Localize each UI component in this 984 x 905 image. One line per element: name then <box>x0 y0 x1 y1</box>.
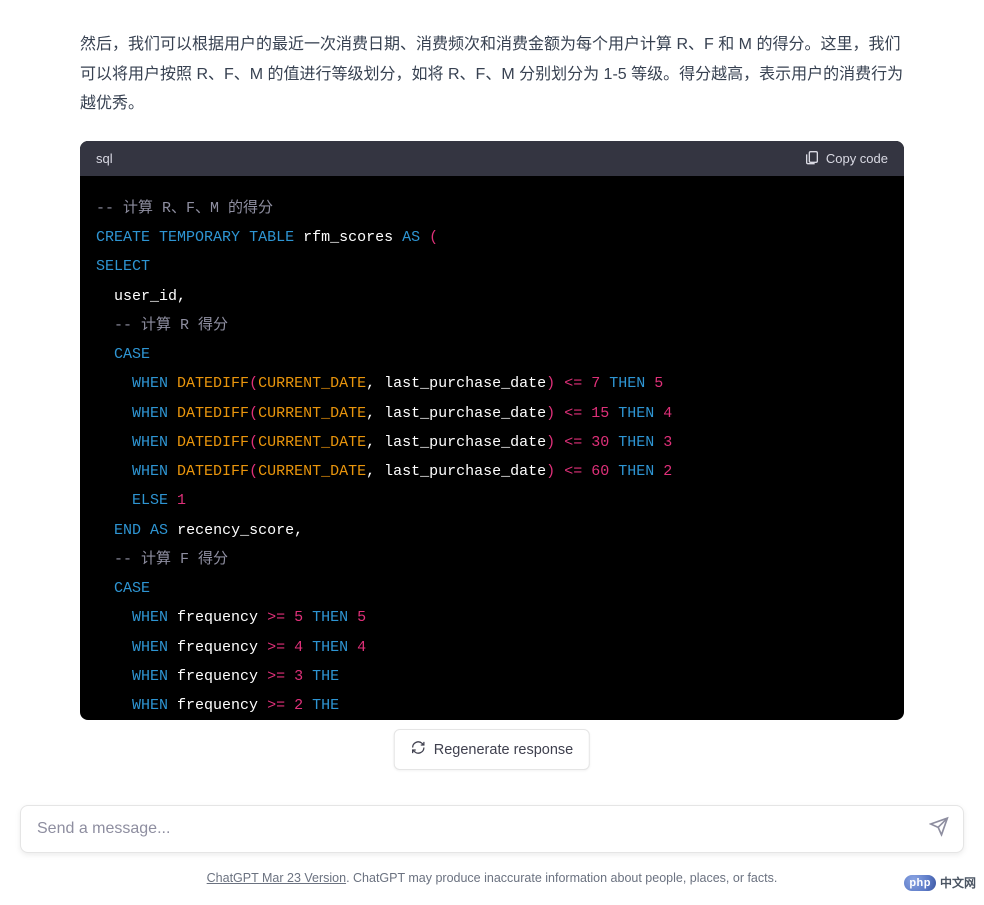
watermark-badge: php <box>904 875 936 891</box>
regenerate-response-button[interactable]: Regenerate response <box>394 729 590 770</box>
send-icon[interactable] <box>929 817 949 842</box>
code-block-header: sql Copy code <box>80 141 904 176</box>
copy-code-label: Copy code <box>826 151 888 166</box>
refresh-icon <box>411 740 426 759</box>
code-block: sql Copy code -- 计算 R、F、M 的得分 CREATE TEM… <box>80 141 904 721</box>
footer-disclaimer: ChatGPT Mar 23 Version. ChatGPT may prod… <box>0 871 984 885</box>
message-input-container <box>20 805 964 853</box>
disclaimer-text: . ChatGPT may produce inaccurate informa… <box>346 871 777 885</box>
watermark-text: 中文网 <box>940 874 976 891</box>
code-language-label: sql <box>96 151 113 166</box>
clipboard-icon <box>804 149 820 168</box>
watermark: php 中文网 <box>904 874 976 891</box>
message-input[interactable] <box>37 820 913 838</box>
version-link[interactable]: ChatGPT Mar 23 Version <box>207 871 346 885</box>
explanation-paragraph: 然后，我们可以根据用户的最近一次消费日期、消费频次和消费金额为每个用户计算 R、… <box>80 30 904 119</box>
copy-code-button[interactable]: Copy code <box>804 149 888 168</box>
regenerate-label: Regenerate response <box>434 742 573 758</box>
code-content: -- 计算 R、F、M 的得分 CREATE TEMPORARY TABLE r… <box>80 176 904 721</box>
